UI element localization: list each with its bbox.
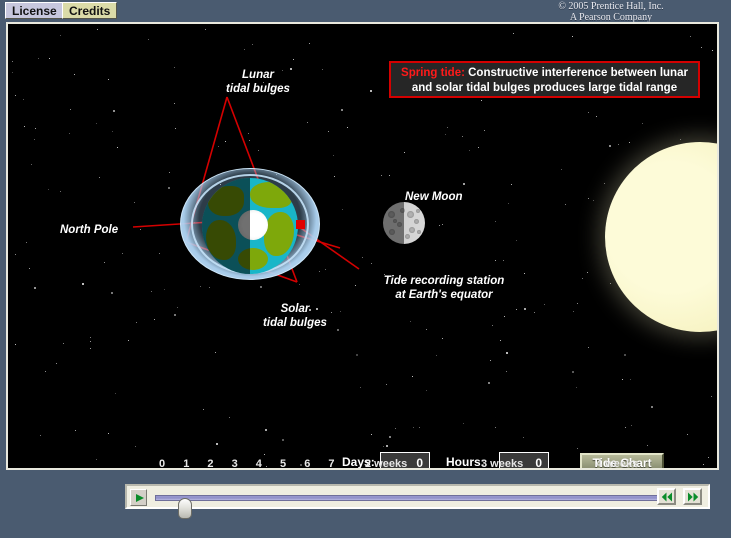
moon-crater <box>414 219 419 224</box>
label-lunar-line-2: tidal bulges <box>226 83 290 95</box>
moon-crater <box>416 209 420 213</box>
label-north-pole: North Pole <box>60 224 119 236</box>
label-new-moon: New Moon <box>405 191 463 203</box>
night-side-shadow <box>202 178 250 274</box>
moon-crater <box>393 219 397 223</box>
step-forward-icon[interactable] <box>683 488 702 505</box>
play-icon[interactable] <box>130 489 147 506</box>
label-tide-recording-station: Tide recording station at Earth's equato… <box>354 274 534 302</box>
moon-crater <box>400 208 405 213</box>
label-solar-line-2: tidal bulges <box>263 317 327 329</box>
moon-crater <box>409 227 415 233</box>
tide-chart-button[interactable]: Tide Chart <box>580 453 664 468</box>
banner-highlight: Spring tide: <box>401 67 465 79</box>
license-button[interactable]: License <box>5 2 64 19</box>
earth-graphic <box>180 162 320 290</box>
step-backward-icon[interactable] <box>657 488 676 505</box>
timeline-slider-thumb[interactable] <box>178 498 192 519</box>
earth-globe <box>202 178 298 274</box>
simulation-stage[interactable]: Spring tide: Constructive interference b… <box>6 22 719 470</box>
moon-crater <box>397 222 402 227</box>
moon-crater <box>388 211 395 218</box>
landmass <box>250 182 292 208</box>
days-label: Days: <box>342 455 375 469</box>
top-bar: License Credits © 2005 Prentice Hall, In… <box>0 0 731 23</box>
playback-control-bar[interactable] <box>125 484 710 519</box>
copyright-line-1: © 2005 Prentice Hall, Inc. <box>558 1 664 12</box>
tides-simulation-app: License Credits © 2005 Prentice Hall, In… <box>0 0 731 538</box>
label-station-line-1: Tide recording station <box>383 275 505 287</box>
label-solar-tidal-bulges: Solar tidal bulges <box>240 302 350 330</box>
tide-recording-station-marker <box>296 220 305 229</box>
timeline-slider-track[interactable] <box>155 495 667 519</box>
moon-graphic <box>383 202 425 244</box>
label-lunar-tidal-bulges: Lunar tidal bulges <box>198 68 318 96</box>
label-lunar-line-1: Lunar <box>242 69 274 81</box>
moon-crater <box>407 211 414 218</box>
spring-tide-banner: Spring tide: Constructive interference b… <box>389 61 700 98</box>
hours-value-field: 0 <box>499 452 549 468</box>
label-solar-line-1: Solar <box>280 303 310 315</box>
days-value-field: 0 <box>380 452 430 468</box>
moon-crater <box>405 234 410 239</box>
hours-label: Hours: <box>446 455 485 469</box>
landmass <box>264 212 294 256</box>
label-station-line-2: at Earth's equator <box>395 289 493 301</box>
moon-crater <box>389 229 395 235</box>
copyright-notice: © 2005 Prentice Hall, Inc. A Pearson Com… <box>521 1 701 23</box>
credits-button[interactable]: Credits <box>62 2 118 19</box>
moon-crater <box>417 230 421 234</box>
